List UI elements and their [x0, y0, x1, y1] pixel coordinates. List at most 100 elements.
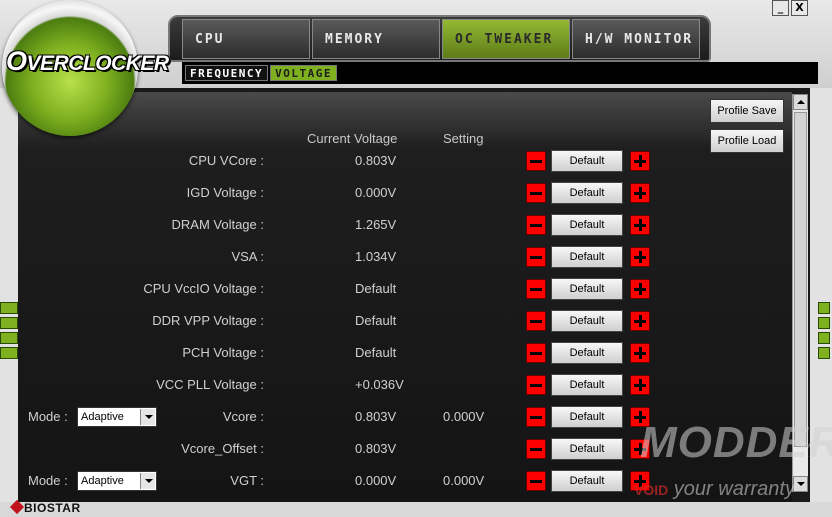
voltage-row: Mode : Adaptive VGT : 0.000V 0.000V Default	[0, 470, 792, 492]
current-voltage-value: 0.803V	[355, 441, 397, 456]
chevron-down-icon[interactable]	[140, 409, 155, 425]
decrease-icon[interactable]	[526, 375, 546, 395]
voltage-label: CPU VccIO Voltage :	[143, 281, 264, 296]
current-voltage-value: 1.034V	[355, 249, 397, 264]
default-button[interactable]: Default	[551, 470, 623, 492]
current-voltage-value: Default	[355, 313, 397, 328]
increase-icon[interactable]	[630, 471, 650, 491]
voltage-row: CPU VCore : 0.803V Default	[0, 150, 792, 172]
increase-icon[interactable]	[630, 215, 650, 235]
main-tab-bar: CPU Memory OC Tweaker H/W Monitor	[168, 15, 711, 62]
decrease-icon[interactable]	[526, 279, 546, 299]
voltage-row: VCC PLL Voltage : +0.036V Default	[0, 374, 792, 396]
default-button[interactable]: Default	[551, 310, 623, 332]
voltage-row: VSA : 1.034V Default	[0, 246, 792, 268]
scroll-up-icon[interactable]	[793, 94, 808, 110]
column-current-voltage: Current Voltage	[307, 131, 398, 146]
vendor-logo: BIOSTAR	[9, 499, 81, 515]
app-logo-text: OVERCLOCKER	[6, 46, 169, 77]
default-button[interactable]: Default	[551, 342, 623, 364]
mode-label: Mode :	[28, 473, 68, 488]
increase-icon[interactable]	[630, 247, 650, 267]
logo-letter-o: O	[6, 46, 27, 76]
voltage-label: DDR VPP Voltage :	[152, 313, 264, 328]
current-voltage-value: 0.000V	[355, 185, 397, 200]
voltage-row: Vcore_Offset : 0.803V Default	[0, 438, 792, 460]
tab-oc-tweaker[interactable]: OC Tweaker	[442, 19, 570, 59]
voltage-label: IGD Voltage :	[186, 185, 264, 200]
current-voltage-value: 0.803V	[355, 153, 397, 168]
vertical-scrollbar[interactable]	[792, 94, 808, 492]
voltage-label: Vcore_Offset :	[181, 441, 264, 456]
increase-icon[interactable]	[630, 439, 650, 459]
current-voltage-value: +0.036V	[355, 377, 404, 392]
chevron-down-icon[interactable]	[140, 473, 155, 489]
decrease-icon[interactable]	[526, 311, 546, 331]
sub-tab-bar: Frequency Voltage	[182, 62, 818, 84]
default-button[interactable]: Default	[551, 278, 623, 300]
mode-value: Adaptive	[81, 411, 124, 423]
decrease-icon[interactable]	[526, 247, 546, 267]
biostar-star-icon	[9, 499, 25, 515]
voltage-label: Vcore :	[222, 409, 264, 424]
vendor-name: BIOSTAR	[24, 501, 81, 515]
column-setting: Setting	[443, 131, 484, 146]
voltage-label: CPU VCore :	[188, 153, 264, 168]
increase-icon[interactable]	[630, 311, 650, 331]
current-voltage-value: 0.000V	[355, 473, 397, 488]
decrease-icon[interactable]	[526, 343, 546, 363]
mode-select[interactable]: Adaptive	[77, 407, 157, 427]
decrease-icon[interactable]	[526, 407, 546, 427]
voltage-row: DDR VPP Voltage : Default Default	[0, 310, 792, 332]
increase-icon[interactable]	[630, 183, 650, 203]
voltage-label: VCC PLL Voltage :	[156, 377, 264, 392]
decrease-icon[interactable]	[526, 471, 546, 491]
default-button[interactable]: Default	[551, 438, 623, 460]
indicator-light	[818, 302, 830, 314]
increase-icon[interactable]	[630, 407, 650, 427]
subtab-frequency[interactable]: Frequency	[185, 65, 269, 81]
default-button[interactable]: Default	[551, 374, 623, 396]
decrease-icon[interactable]	[526, 183, 546, 203]
bottom-frame	[0, 502, 832, 517]
voltage-row: DRAM Voltage : 1.265V Default	[0, 214, 792, 236]
close-button[interactable]: X	[791, 0, 808, 16]
mode-label: Mode :	[28, 409, 68, 424]
current-voltage-value: Default	[355, 345, 397, 360]
logo-rest: VERCLOCKER	[26, 52, 170, 75]
voltage-label: PCH Voltage :	[182, 345, 264, 360]
voltage-row: CPU VccIO Voltage : Default Default	[0, 278, 792, 300]
scroll-down-icon[interactable]	[793, 476, 808, 492]
voltage-label: DRAM Voltage :	[171, 217, 265, 232]
voltage-label: VSA :	[231, 249, 264, 264]
voltage-row: Mode : Adaptive Vcore : 0.803V 0.000V Default	[0, 406, 792, 428]
minimize-button[interactable]: _	[772, 0, 789, 16]
indicator-light	[818, 347, 830, 359]
default-button[interactable]: Default	[551, 214, 623, 236]
voltage-row: PCH Voltage : Default Default	[0, 342, 792, 364]
decrease-icon[interactable]	[526, 215, 546, 235]
current-voltage-value: 1.265V	[355, 217, 397, 232]
default-button[interactable]: Default	[551, 246, 623, 268]
subtab-voltage[interactable]: Voltage	[270, 65, 337, 81]
default-button[interactable]: Default	[551, 406, 623, 428]
scroll-thumb[interactable]	[794, 112, 807, 447]
decrease-icon[interactable]	[526, 439, 546, 459]
indicator-light	[818, 332, 830, 344]
profile-save-button[interactable]: Profile Save	[710, 99, 784, 123]
decrease-icon[interactable]	[526, 151, 546, 171]
increase-icon[interactable]	[630, 151, 650, 171]
default-button[interactable]: Default	[551, 182, 623, 204]
current-voltage-value: Default	[355, 281, 397, 296]
tab-cpu[interactable]: CPU	[182, 19, 310, 59]
tab-memory[interactable]: Memory	[312, 19, 440, 59]
increase-icon[interactable]	[630, 375, 650, 395]
voltage-row: IGD Voltage : 0.000V Default	[0, 182, 792, 204]
setting-value: 0.000V	[443, 473, 485, 488]
increase-icon[interactable]	[630, 279, 650, 299]
indicator-light	[818, 317, 830, 329]
tab-hw-monitor[interactable]: H/W Monitor	[572, 19, 700, 59]
increase-icon[interactable]	[630, 343, 650, 363]
mode-select[interactable]: Adaptive	[77, 471, 157, 491]
default-button[interactable]: Default	[551, 150, 623, 172]
